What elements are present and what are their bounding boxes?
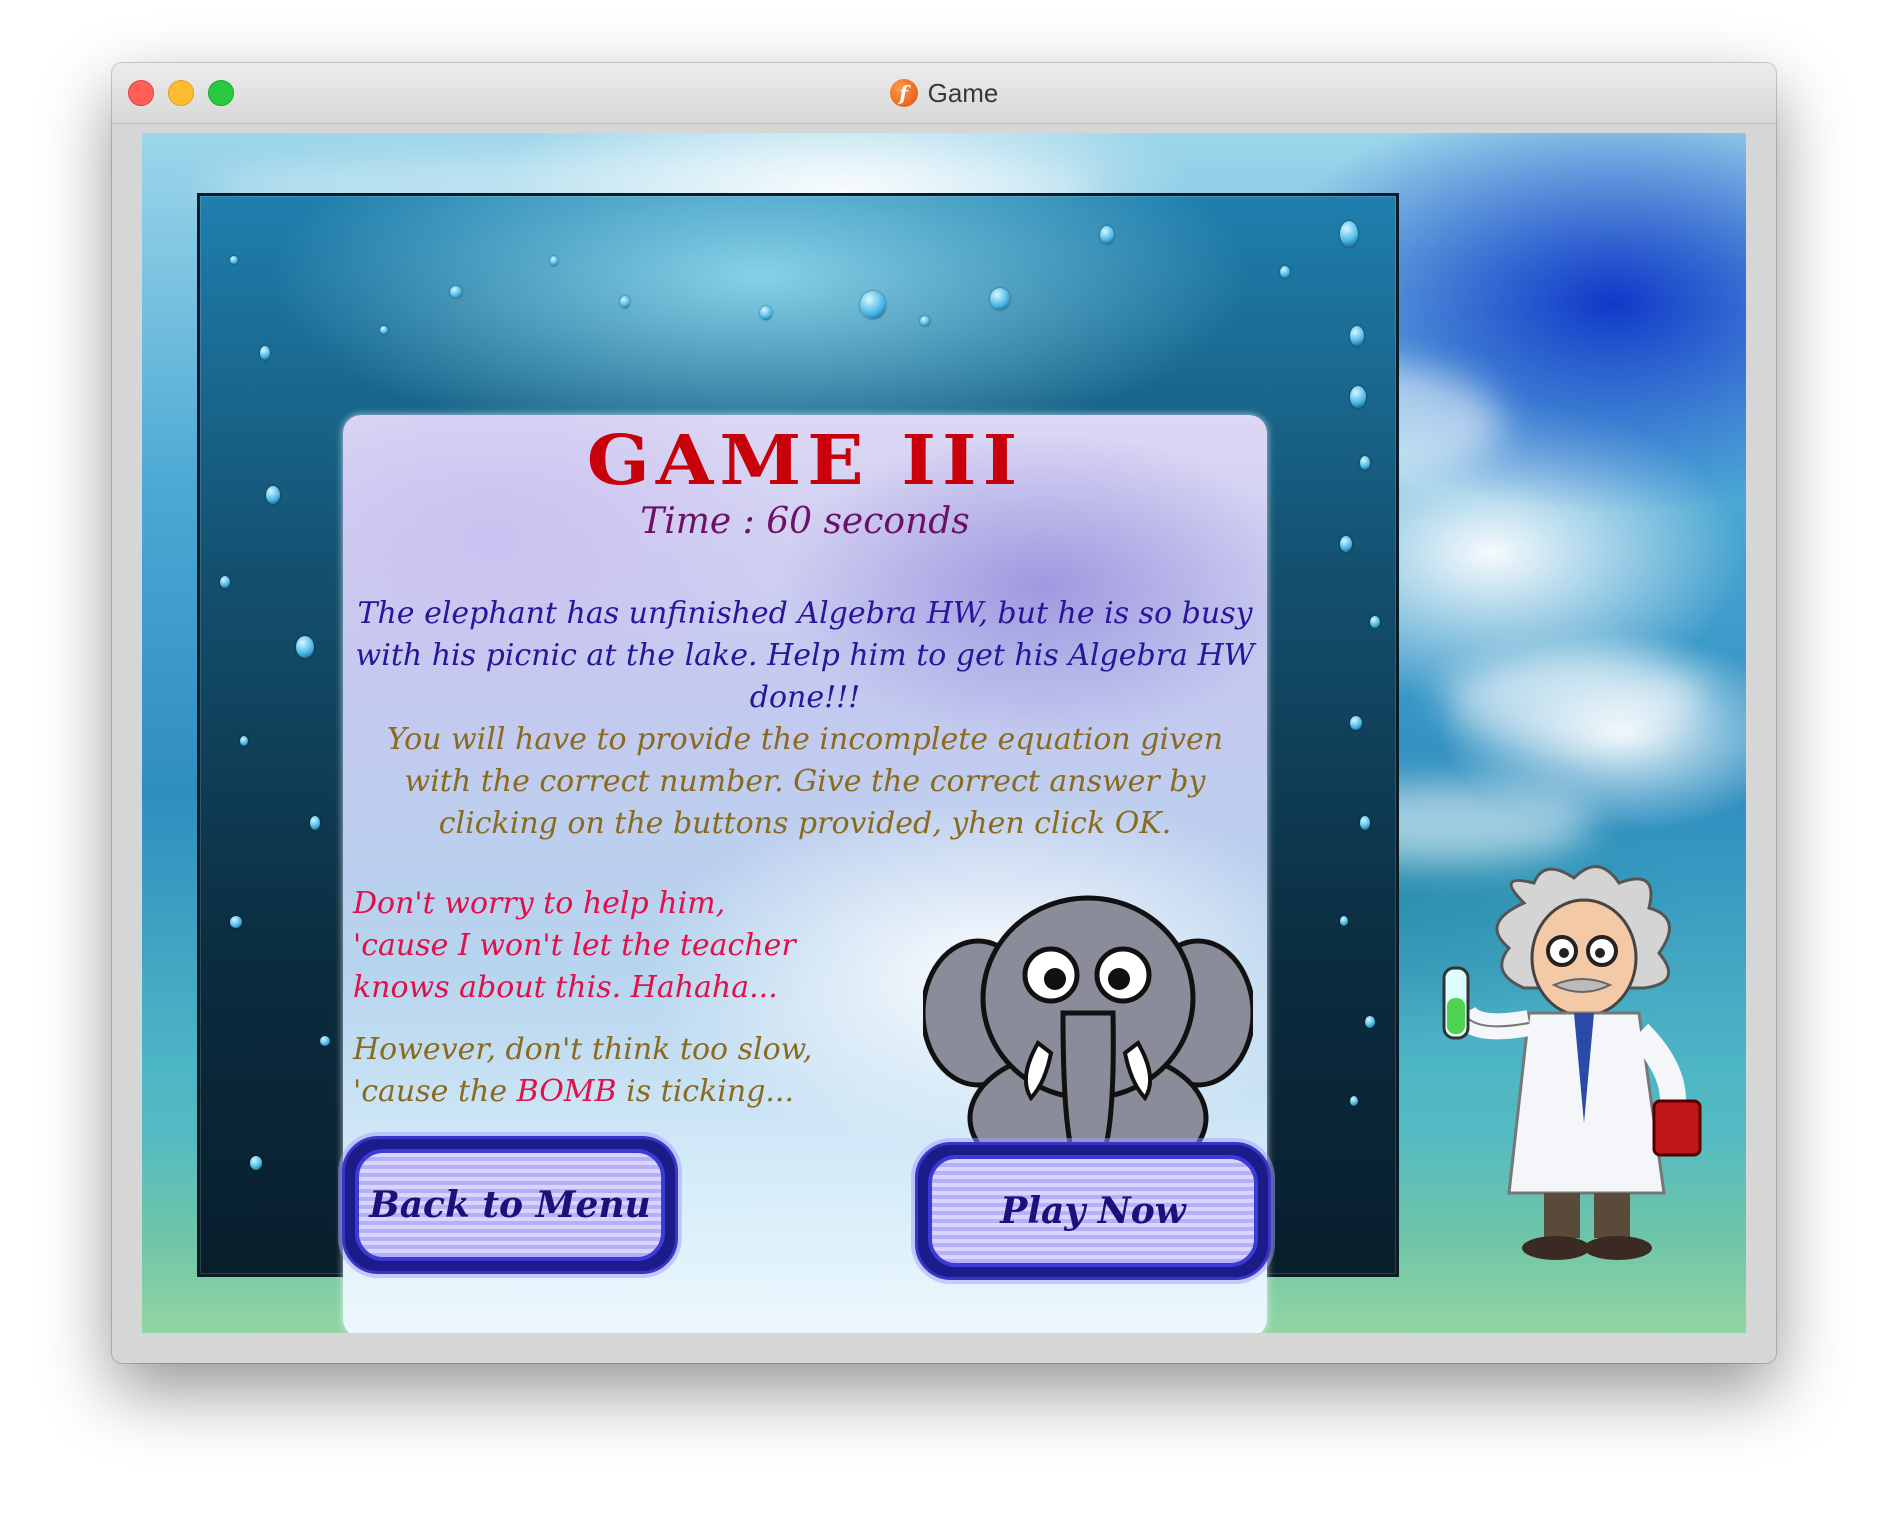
instructions-text: You will have to provide the incomplete …	[386, 722, 1224, 841]
reassure-line: Don't worry to help him,	[353, 886, 726, 921]
play-now-button[interactable]: Play Now	[915, 1142, 1271, 1280]
reassure-line: 'cause I won't let the teacher	[353, 928, 796, 963]
reassure-text: Don't worry to help him, 'cause I won't …	[353, 883, 813, 1009]
bomb-word: BOMB	[516, 1074, 617, 1109]
scientist-illustration	[1442, 865, 1702, 1260]
title-bar[interactable]: f Game	[112, 63, 1776, 124]
window-title: Game	[927, 77, 999, 108]
warning-line: 'cause the BOMB is ticking...	[353, 1071, 813, 1113]
play-now-label: Play Now	[928, 1155, 1258, 1267]
time-limit: Time : 60 seconds	[640, 501, 970, 542]
warning-prefix: 'cause the	[353, 1074, 517, 1109]
back-to-menu-label: Back to Menu	[355, 1149, 665, 1261]
warning-suffix: is ticking...	[616, 1074, 794, 1109]
game-title: GAME III	[586, 421, 1024, 501]
game-stage: GAME III Time : 60 seconds The elephant …	[142, 133, 1746, 1333]
warning-line: However, don't think too slow,	[353, 1032, 813, 1067]
back-to-menu-button[interactable]: Back to Menu	[342, 1136, 678, 1274]
flash-player-icon: f	[889, 79, 918, 107]
reassure-line: knows about this. Hahaha...	[353, 970, 778, 1005]
warning-text: However, don't think too slow, 'cause th…	[353, 1029, 813, 1113]
story-text: The elephant has unfinished Algebra HW, …	[355, 596, 1255, 715]
game-window: f Game GAME III Time: 60 seconds The el…	[112, 63, 1776, 1363]
